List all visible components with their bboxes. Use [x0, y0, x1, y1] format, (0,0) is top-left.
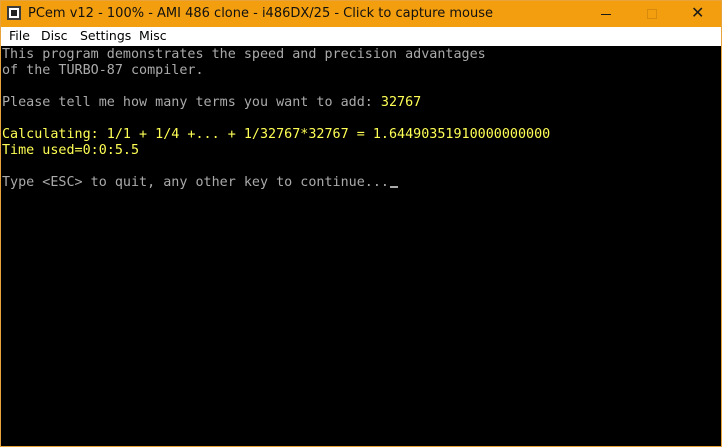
emulator-screen[interactable]: This program demonstrates the speed and …: [1, 46, 721, 446]
menu-settings[interactable]: Settings: [80, 28, 131, 43]
menu-misc[interactable]: Misc: [139, 28, 167, 43]
terms-answer: 32767: [380, 95, 422, 110]
minimize-icon: [601, 14, 611, 15]
menu-disc[interactable]: Disc: [41, 28, 67, 43]
terms-prompt-line: Please tell me how many terms you want t…: [2, 95, 421, 111]
window-title: PCem v12 - 100% - AMI 486 clone - i486DX…: [28, 6, 493, 21]
terms-prompt: Please tell me how many terms you want t…: [2, 95, 381, 110]
close-button[interactable]: ✕: [675, 1, 721, 27]
menu-file[interactable]: File: [9, 28, 30, 43]
intro-line-1: This program demonstrates the speed and …: [2, 47, 486, 62]
close-icon: ✕: [691, 3, 705, 22]
menu-bar: File Disc Settings Misc: [1, 27, 721, 46]
intro-line-2: of the TURBO-87 compiler.: [2, 63, 204, 78]
calculating-line: Calculating: 1/1 + 1/4 +... + 1/32767*32…: [2, 127, 551, 142]
title-bar[interactable]: PCem v12 - 100% - AMI 486 clone - i486DX…: [1, 1, 721, 27]
pcem-app-icon: [7, 6, 21, 20]
maximize-icon: [647, 9, 657, 19]
text-cursor: [389, 186, 398, 188]
time-used-line: Time used=0:0:5.5: [2, 143, 140, 158]
continue-prompt-line: Type <ESC> to quit, any other key to con…: [2, 175, 398, 191]
continue-prompt: Type <ESC> to quit, any other key to con…: [2, 175, 389, 190]
pcem-window: PCem v12 - 100% - AMI 486 clone - i486DX…: [0, 0, 722, 447]
maximize-button[interactable]: [629, 1, 675, 27]
minimize-button[interactable]: [583, 1, 629, 27]
